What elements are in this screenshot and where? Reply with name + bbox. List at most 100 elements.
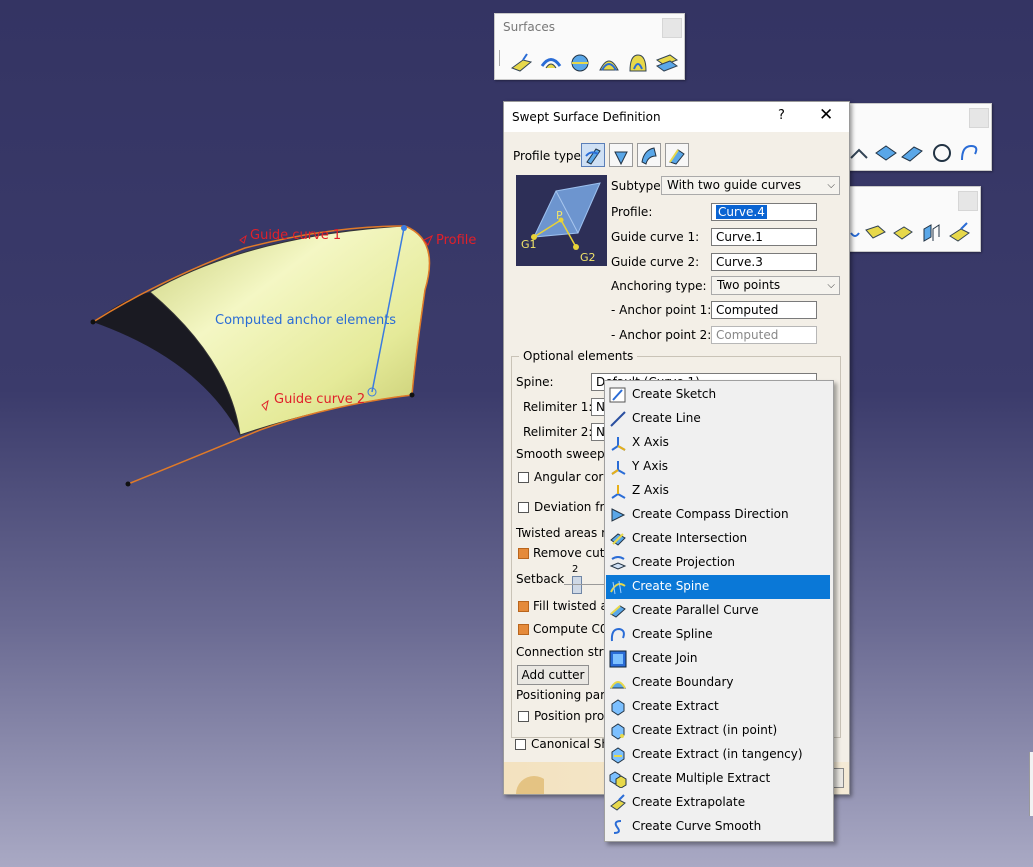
profile-type-explicit-icon[interactable] xyxy=(581,143,605,167)
relimiter2-label: Relimiter 2: xyxy=(523,425,593,439)
connection-strategy-label: Connection strat xyxy=(516,645,616,659)
smooth-sweeping-label: Smooth sweepir xyxy=(516,447,613,461)
menu-item-extract-in-point[interactable]: Create Extract (in point) xyxy=(606,719,830,743)
menu-item-extract-in-tangency[interactable]: Create Extract (in tangency) xyxy=(606,743,830,767)
menu-item-spine[interactable]: Create Spine xyxy=(606,575,830,599)
sphere-icon[interactable] xyxy=(567,50,593,76)
profile-label: Profile: xyxy=(611,205,653,219)
parallel-curve-icon xyxy=(609,602,627,620)
extract-icon[interactable] xyxy=(891,221,917,247)
menu-item-multiple-extract[interactable]: Create Multiple Extract xyxy=(606,767,830,791)
compute-c0-label: Compute C0 xyxy=(533,622,608,636)
subtype-value: With two guide curves xyxy=(667,178,801,192)
projection-icon xyxy=(609,554,627,572)
position-profile-checkbox[interactable] xyxy=(518,711,529,722)
help-button[interactable]: ? xyxy=(778,108,785,123)
guide1-field[interactable]: Curve.1 xyxy=(711,228,817,246)
boundary-icon[interactable] xyxy=(899,140,925,166)
context-menu[interactable]: Create Sketch Create Line X Axis Y Axis … xyxy=(604,380,834,842)
surfaces-toolbar[interactable]: Surfaces xyxy=(494,13,685,80)
add-cutter-button[interactable]: Add cutter xyxy=(517,665,589,685)
preview-p: P xyxy=(556,209,563,222)
remove-cutters-checkbox[interactable] xyxy=(518,548,529,559)
menu-item-boundary[interactable]: Create Boundary xyxy=(606,671,830,695)
toolbar-grip[interactable] xyxy=(499,50,503,66)
toolbar-close-icon[interactable] xyxy=(958,191,978,211)
preview-g2: G2 xyxy=(580,251,596,264)
spline-icon[interactable] xyxy=(957,140,983,166)
close-button[interactable]: ✕ xyxy=(819,105,833,125)
menu-item-create-line[interactable]: Create Line xyxy=(606,407,830,431)
guide1-label: Guide curve 1: xyxy=(611,230,700,244)
deviation-label: Deviation fro xyxy=(534,500,612,514)
setback-slider-track[interactable] xyxy=(564,584,604,585)
subtype-select[interactable]: With two guide curves ⌵ xyxy=(661,176,840,195)
setback-slider-thumb[interactable] xyxy=(572,576,582,594)
menu-item-curve-smooth[interactable]: Create Curve Smooth xyxy=(606,815,830,839)
positioning-parameters-label: Positioning para xyxy=(516,688,613,702)
angular-correction-label: Angular corre xyxy=(534,470,616,484)
compute-c0-checkbox[interactable] xyxy=(518,624,529,635)
revolve-icon[interactable] xyxy=(538,50,564,76)
profile-type-conic-icon[interactable] xyxy=(665,143,689,167)
intersection-icon[interactable] xyxy=(849,140,875,166)
menu-item-z-axis[interactable]: Z Axis xyxy=(606,479,830,503)
sweep-preview-image: G1 G2 P xyxy=(516,175,607,266)
menu-item-x-axis[interactable]: X Axis xyxy=(606,431,830,455)
boundary-icon xyxy=(609,674,627,692)
offset-icon[interactable] xyxy=(654,50,680,76)
menu-item-y-axis[interactable]: Y Axis xyxy=(606,455,830,479)
deviation-checkbox[interactable] xyxy=(518,502,529,513)
sketch-icon xyxy=(609,386,627,404)
spline-icon xyxy=(609,626,627,644)
untrim-icon[interactable] xyxy=(919,221,945,247)
toolbar-close-icon[interactable] xyxy=(662,18,682,38)
angular-correction-checkbox[interactable] xyxy=(518,472,529,483)
extrapolate-icon[interactable] xyxy=(947,221,973,247)
canonical-shape-checkbox[interactable] xyxy=(515,739,526,750)
fill-icon[interactable] xyxy=(625,50,651,76)
menu-item-create-sketch[interactable]: Create Sketch xyxy=(606,383,830,407)
dialog-title: Swept Surface Definition xyxy=(512,110,661,124)
anchoring-select[interactable]: Two points ⌵ xyxy=(711,276,840,295)
right-toolbar-1[interactable] xyxy=(848,103,992,171)
profile-field[interactable]: Curve.4 xyxy=(711,203,817,221)
dialog-titlebar[interactable]: Swept Surface Definition ? ✕ xyxy=(504,102,849,132)
guide-curve-1-label: Guide curve 1 xyxy=(250,228,342,243)
projection-icon[interactable] xyxy=(873,140,899,166)
menu-item-compass-direction[interactable]: Create Compass Direction xyxy=(606,503,830,527)
spine-icon xyxy=(609,578,627,596)
subtype-label: Subtype: xyxy=(611,179,665,193)
menu-item-spline[interactable]: Create Spline xyxy=(606,623,830,647)
anchor2-label: - Anchor point 2: xyxy=(611,328,712,342)
fill-twisted-checkbox[interactable] xyxy=(518,601,529,612)
computed-anchor-label: Computed anchor elements xyxy=(215,313,397,328)
spine-label: Spine: xyxy=(516,375,554,389)
multiple-extract-icon xyxy=(609,770,627,789)
toolbar-close-icon[interactable] xyxy=(969,108,989,128)
y-axis-icon xyxy=(609,458,627,476)
menu-item-extract[interactable]: Create Extract xyxy=(606,695,830,719)
circle-icon[interactable] xyxy=(929,140,955,166)
menu-item-parallel-curve[interactable]: Create Parallel Curve xyxy=(606,599,830,623)
profile-type-line-icon[interactable] xyxy=(609,143,633,167)
fill-twisted-label: Fill twisted ar xyxy=(533,599,613,613)
guide-curve-2-label: Guide curve 2 xyxy=(274,392,366,407)
curve-smooth-icon xyxy=(609,818,627,836)
sweep-icon[interactable] xyxy=(596,50,622,76)
menu-item-intersection[interactable]: Create Intersection xyxy=(606,527,830,551)
anchor1-field[interactable]: Computed xyxy=(711,301,817,319)
menu-item-projection[interactable]: Create Projection xyxy=(606,551,830,575)
anchoring-label: Anchoring type: xyxy=(611,279,707,293)
extrude-icon[interactable] xyxy=(509,50,535,76)
menu-item-join[interactable]: Create Join xyxy=(606,647,830,671)
right-toolbar-2[interactable] xyxy=(848,186,981,252)
menu-item-extrapolate[interactable]: Create Extrapolate xyxy=(606,791,830,815)
profile-type-circle-icon[interactable] xyxy=(637,143,661,167)
optional-elements-label: Optional elements xyxy=(519,349,638,363)
parallel-icon[interactable] xyxy=(863,221,889,247)
surfaces-toolbar-title: Surfaces xyxy=(503,20,555,34)
guide2-field[interactable]: Curve.3 xyxy=(711,253,817,271)
extrapolate-icon xyxy=(609,794,627,812)
offscreen-panel-edge xyxy=(1029,752,1033,816)
